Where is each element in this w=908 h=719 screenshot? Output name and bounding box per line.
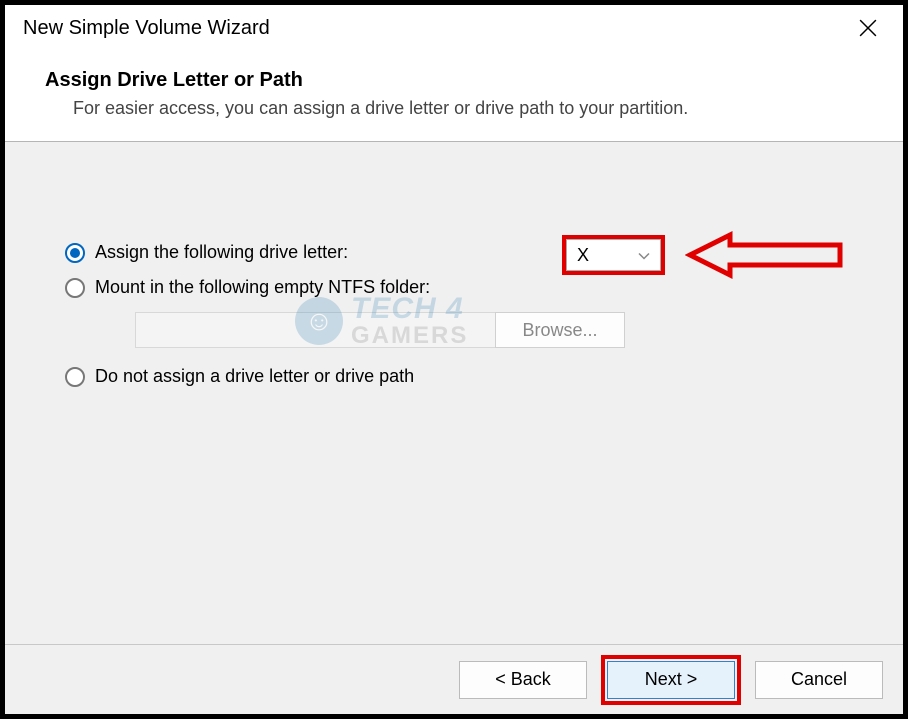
drive-letter-select[interactable]: X (566, 239, 661, 271)
drive-letter-highlight: X (562, 235, 665, 275)
option-mount-folder-label: Mount in the following empty NTFS folder… (95, 277, 430, 298)
wizard-footer: < Back Next > Cancel (5, 644, 903, 714)
drive-letter-value: X (577, 245, 589, 266)
folder-path-input[interactable] (135, 312, 495, 348)
wizard-window: New Simple Volume Wizard Assign Drive Le… (4, 4, 904, 715)
window-title: New Simple Volume Wizard (23, 17, 845, 40)
arrow-left-icon (685, 230, 845, 280)
next-button[interactable]: Next > (607, 661, 735, 699)
radio-no-assign[interactable] (65, 367, 85, 387)
wizard-header: Assign Drive Letter or Path For easier a… (5, 51, 903, 141)
option-assign-letter-label: Assign the following drive letter: (95, 242, 348, 263)
titlebar: New Simple Volume Wizard (5, 5, 903, 51)
option-no-assign-label: Do not assign a drive letter or drive pa… (95, 366, 414, 387)
option-no-assign[interactable]: Do not assign a drive letter or drive pa… (65, 366, 843, 387)
close-icon (859, 19, 877, 37)
radio-mount-folder[interactable] (65, 278, 85, 298)
arrow-annotation (685, 230, 845, 285)
folder-input-row: Browse... (135, 312, 843, 348)
wizard-content: ☺ TECH 4 GAMERS Assign the following dri… (5, 142, 903, 644)
browse-button[interactable]: Browse... (495, 312, 625, 348)
next-button-highlight: Next > (601, 655, 741, 705)
radio-assign-letter[interactable] (65, 243, 85, 263)
page-title: Assign Drive Letter or Path (45, 69, 863, 92)
chevron-down-icon (638, 245, 650, 266)
close-button[interactable] (845, 5, 891, 51)
page-subtitle: For easier access, you can assign a driv… (45, 98, 863, 119)
back-button[interactable]: < Back (459, 661, 587, 699)
cancel-button[interactable]: Cancel (755, 661, 883, 699)
